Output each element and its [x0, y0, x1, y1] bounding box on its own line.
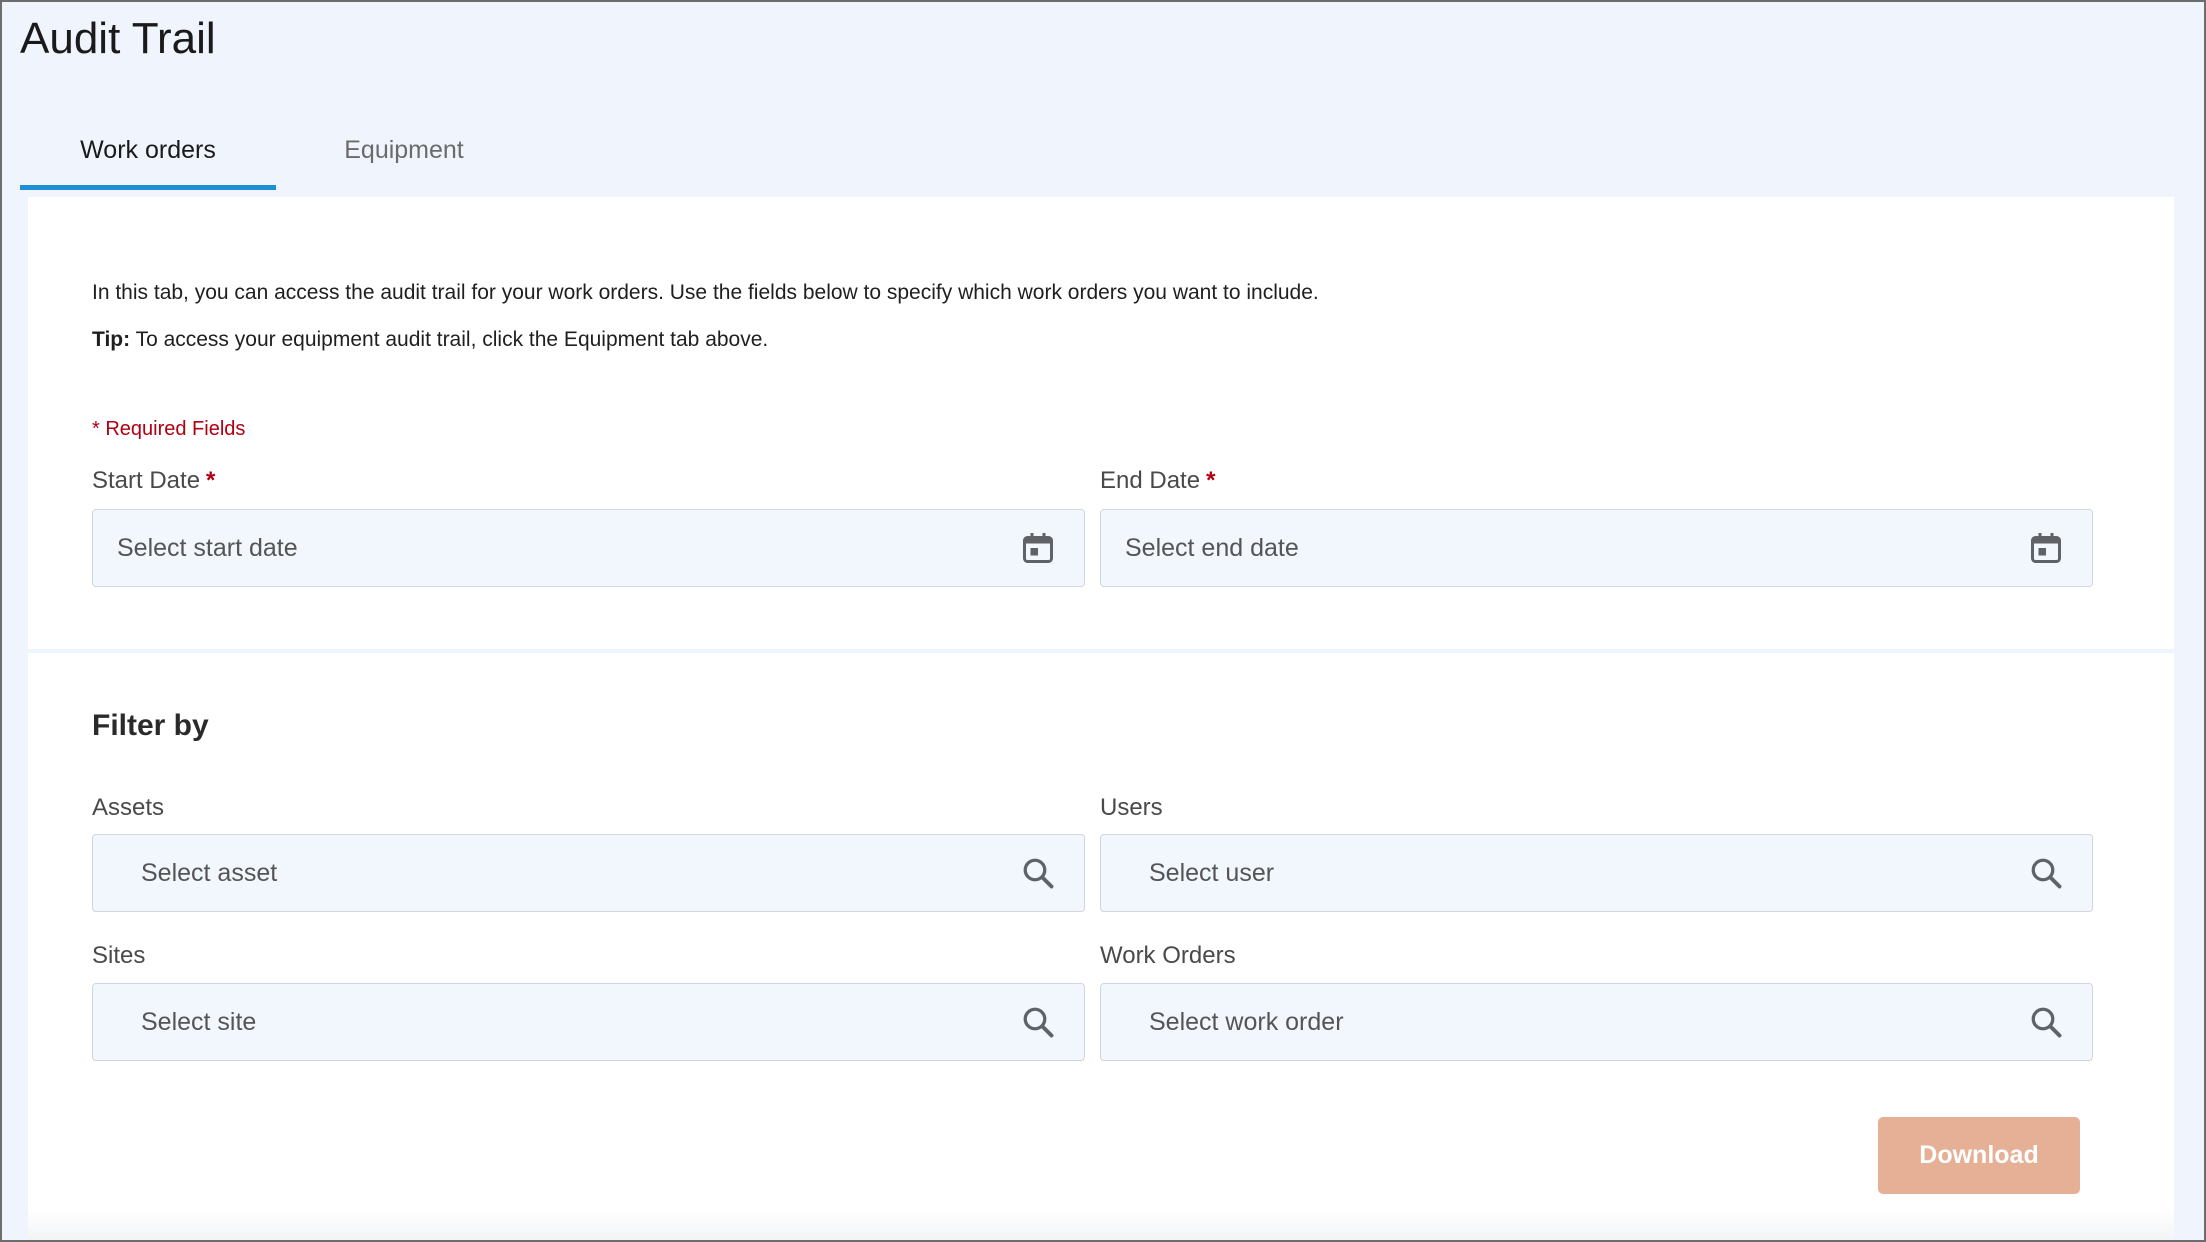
users-label: Users — [1100, 794, 1163, 821]
search-icon — [1023, 858, 1054, 889]
end-date-label: End Date * — [1100, 467, 1215, 495]
assets-label: Assets — [92, 794, 165, 821]
work-orders-placeholder: Select work order — [1149, 1007, 1344, 1036]
work-orders-search-input[interactable]: Select work order — [1100, 983, 2093, 1061]
required-star: * — [1206, 467, 1216, 494]
end-date-placeholder: Select end date — [1125, 533, 1299, 562]
tip-text: Tip: To access your equipment audit trai… — [92, 328, 768, 352]
sites-placeholder: Select site — [141, 1007, 257, 1036]
download-button[interactable]: Download — [1878, 1117, 2080, 1194]
filter-card: Filter by Assets Select asset Users Sele… — [28, 653, 2174, 1242]
work-orders-label: Work Orders — [1100, 942, 1236, 969]
sites-label: Sites — [92, 942, 146, 969]
sites-search-input[interactable]: Select site — [92, 983, 1085, 1061]
users-search-input[interactable]: Select user — [1100, 834, 2093, 912]
page-title: Audit Trail — [20, 14, 216, 63]
tip-body: To access your equipment audit trail, cl… — [130, 328, 769, 351]
start-date-placeholder: Select start date — [117, 533, 298, 562]
calendar-icon[interactable] — [2028, 530, 2064, 566]
search-icon — [2031, 858, 2062, 889]
search-icon — [2031, 1007, 2062, 1038]
tab-equipment[interactable]: Equipment — [276, 128, 532, 190]
end-date-field[interactable]: Select end date — [1100, 509, 2093, 587]
assets-search-input[interactable]: Select asset — [92, 834, 1085, 912]
date-range-card: In this tab, you can access the audit tr… — [28, 197, 2174, 649]
required-star: * — [206, 467, 216, 494]
calendar-icon[interactable] — [1020, 530, 1056, 566]
filter-section-title: Filter by — [92, 709, 209, 742]
tab-work-orders[interactable]: Work orders — [20, 128, 276, 190]
assets-placeholder: Select asset — [141, 858, 278, 887]
intro-text: In this tab, you can access the audit tr… — [92, 281, 1319, 304]
start-date-label: Start Date * — [92, 467, 215, 495]
users-placeholder: Select user — [1149, 858, 1275, 887]
tab-bar: Work orders Equipment — [20, 128, 532, 190]
start-date-field[interactable]: Select start date — [92, 509, 1085, 587]
tip-label: Tip: — [92, 328, 131, 351]
required-fields-note: * Required Fields — [92, 418, 246, 440]
end-date-label-text: End Date — [1100, 467, 1201, 494]
start-date-label-text: Start Date — [92, 467, 201, 494]
search-icon — [1023, 1007, 1054, 1038]
